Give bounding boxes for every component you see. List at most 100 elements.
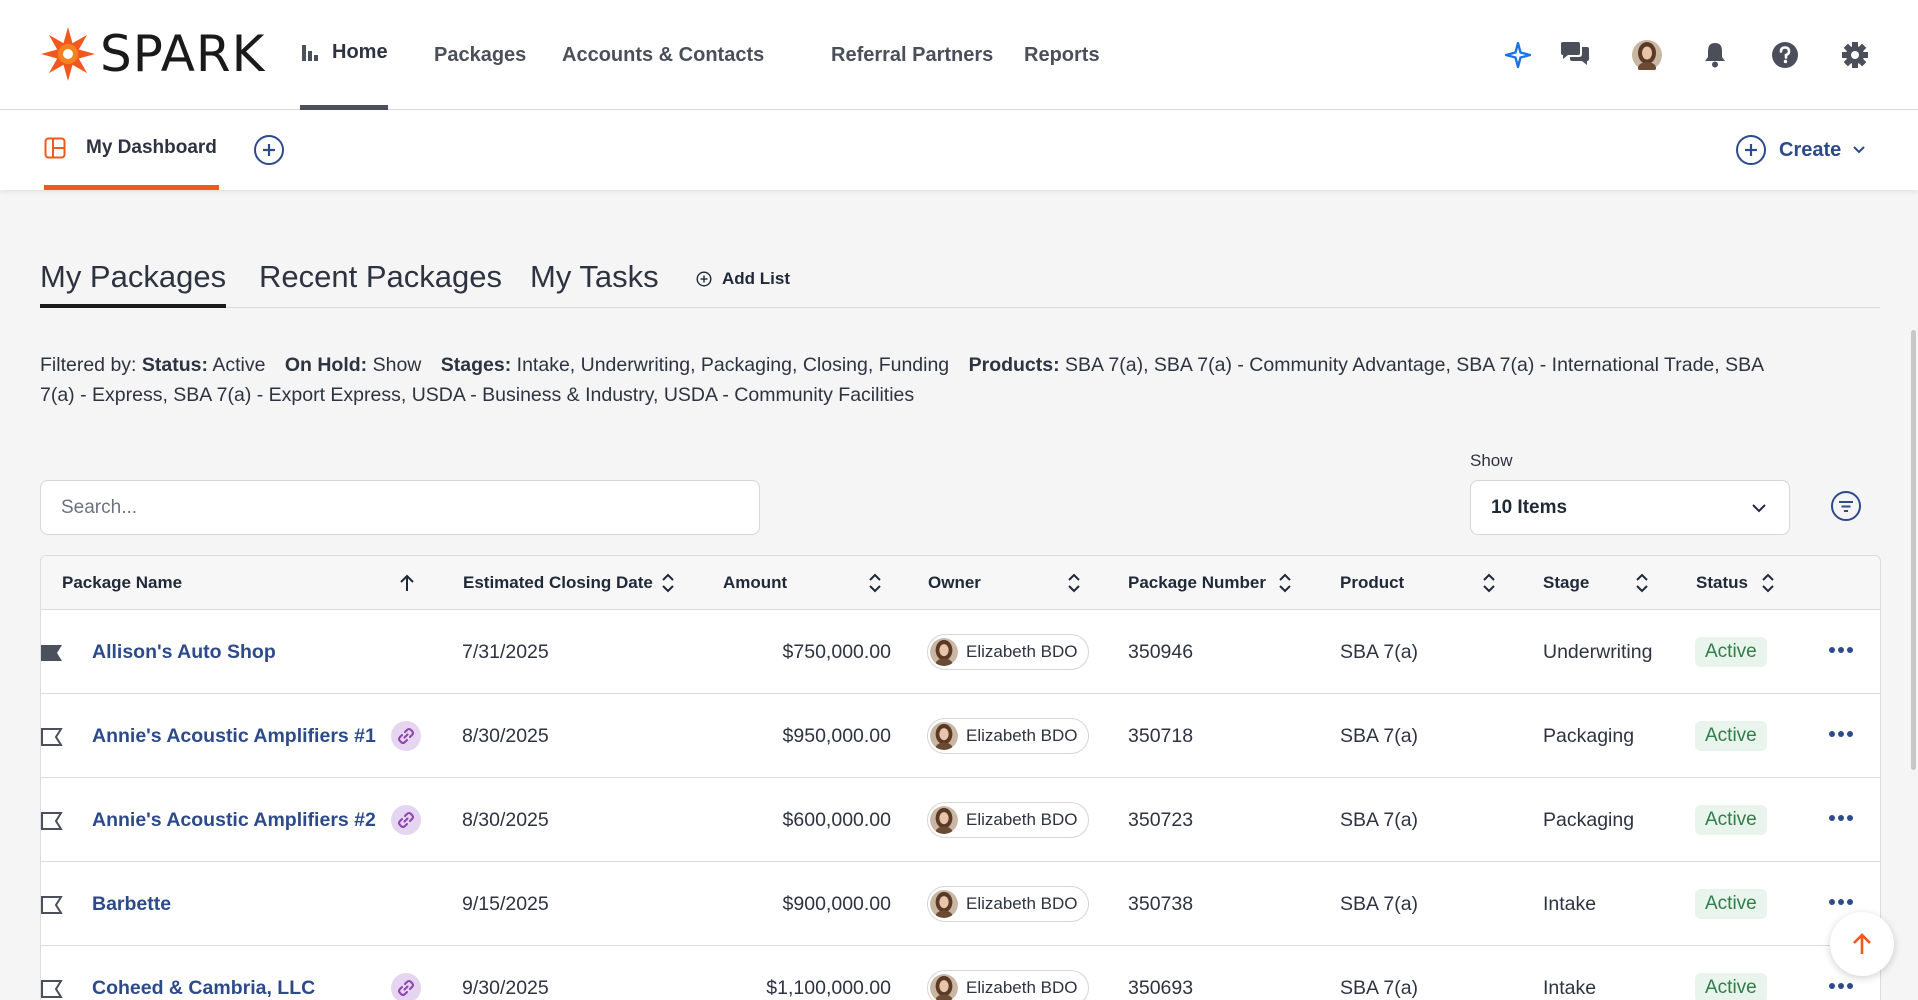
nav-reports[interactable]: Reports <box>1024 0 1100 110</box>
filter-onhold-value: Show <box>372 354 422 376</box>
more-options-icon[interactable] <box>1829 898 1853 906</box>
dashboard-bar: My Dashboard Create <box>0 110 1918 190</box>
page-scrollbar[interactable] <box>1911 330 1916 770</box>
nav-packages[interactable]: Packages <box>434 0 526 110</box>
chat-icon[interactable] <box>1558 38 1592 72</box>
nav-accounts-contacts[interactable]: Accounts & Contacts <box>562 0 782 110</box>
nav-home[interactable]: Home <box>300 0 388 110</box>
add-dashboard-button[interactable] <box>253 134 285 166</box>
scroll-to-top-button[interactable] <box>1830 912 1894 976</box>
stage: Intake <box>1543 976 1597 999</box>
tab-recent-packages[interactable]: Recent Packages <box>259 250 502 308</box>
user-avatar[interactable] <box>1630 38 1664 72</box>
filter-icon <box>1831 491 1861 521</box>
plus-circle-icon <box>696 271 712 287</box>
filter-status-label: Status: <box>141 354 208 376</box>
column-header-package-number[interactable]: Package Number <box>1128 556 1266 610</box>
column-header-product[interactable]: Product <box>1340 556 1404 610</box>
help-icon[interactable] <box>1768 38 1802 72</box>
sort-icon[interactable] <box>661 573 675 593</box>
package-name-link[interactable]: Coheed & Cambria, LLC <box>92 946 315 1000</box>
column-header-amount[interactable]: Amount <box>723 556 787 610</box>
more-options-icon[interactable] <box>1829 982 1853 990</box>
tab-my-dashboard[interactable]: My Dashboard <box>44 110 219 190</box>
items-per-page-select[interactable]: 10 Items <box>1470 480 1790 535</box>
column-header-owner[interactable]: Owner <box>928 556 981 610</box>
sort-icon[interactable] <box>1635 573 1649 593</box>
package-name-link[interactable]: Annie's Acoustic Amplifiers #2 <box>92 778 376 862</box>
link-icon[interactable] <box>391 721 421 751</box>
package-name-link[interactable]: Barbette <box>92 862 171 946</box>
chevron-down-icon <box>1752 503 1766 512</box>
table-row[interactable]: Allison's Auto Shop 7/31/2025 $750,000.0… <box>41 610 1880 694</box>
status-badge: Active <box>1695 721 1767 751</box>
product: SBA 7(a) <box>1340 724 1419 747</box>
link-icon[interactable] <box>391 973 421 1000</box>
table-row[interactable]: Annie's Acoustic Amplifiers #1 8/30/2025… <box>41 694 1880 778</box>
flag-outline-icon[interactable] <box>41 728 63 746</box>
more-options-icon[interactable] <box>1829 730 1853 738</box>
owner-chip[interactable]: Elizabeth BDO <box>927 718 1089 754</box>
status-badge: Active <box>1695 637 1767 667</box>
filter-button[interactable] <box>1830 490 1862 522</box>
items-per-page-value: 10 Items <box>1491 496 1568 518</box>
amount: $1,100,000.00 <box>766 976 891 999</box>
more-options-icon[interactable] <box>1829 646 1853 654</box>
owner-name: Elizabeth BDO <box>966 810 1078 829</box>
owner-chip[interactable]: Elizabeth BDO <box>927 886 1089 922</box>
sort-icon[interactable] <box>1761 573 1775 593</box>
sort-icon[interactable] <box>868 573 882 593</box>
sort-icon[interactable] <box>1482 573 1496 593</box>
package-number: 350946 <box>1128 640 1194 663</box>
bar-chart-icon <box>300 43 320 63</box>
search-input[interactable] <box>40 480 760 535</box>
filter-prefix: Filtered by: <box>40 354 137 376</box>
filter-status-value: Active <box>212 354 266 376</box>
tab-my-packages[interactable]: My Packages <box>40 250 227 308</box>
add-list-button[interactable]: Add List <box>696 250 790 308</box>
closing-date: 7/31/2025 <box>462 640 549 663</box>
flag-filled-icon[interactable] <box>41 644 63 662</box>
owner-chip[interactable]: Elizabeth BDO <box>927 634 1089 670</box>
sparkle-icon[interactable] <box>1501 38 1535 72</box>
chevron-down-icon <box>1853 146 1865 154</box>
package-name-link[interactable]: Allison's Auto Shop <box>92 610 276 694</box>
package-name-link[interactable]: Annie's Acoustic Amplifiers #1 <box>92 694 376 778</box>
gear-icon[interactable] <box>1838 38 1872 72</box>
stage: Packaging <box>1543 808 1635 831</box>
filter-stages-value: Intake, Underwriting, Packaging, Closing… <box>516 354 950 376</box>
column-header-stage[interactable]: Stage <box>1543 556 1589 610</box>
owner-chip[interactable]: Elizabeth BDO <box>927 970 1089 1000</box>
flag-outline-icon[interactable] <box>41 896 63 914</box>
owner-chip[interactable]: Elizabeth BDO <box>927 802 1089 838</box>
flag-outline-icon[interactable] <box>41 980 63 998</box>
owner-avatar <box>930 638 958 666</box>
spark-logo[interactable]: SPARK <box>40 26 265 82</box>
bell-icon[interactable] <box>1698 38 1732 72</box>
more-options-icon[interactable] <box>1829 814 1853 822</box>
owner-avatar <box>930 806 958 834</box>
dashboard-icon <box>44 137 66 159</box>
owner-name: Elizabeth BDO <box>966 726 1078 745</box>
sort-icon[interactable] <box>1067 573 1081 593</box>
packages-table: Package Name Estimated Closing Date Amou… <box>40 555 1881 1000</box>
link-icon[interactable] <box>391 805 421 835</box>
nav-accounts-label: Accounts & Contacts <box>562 43 765 66</box>
tab-my-tasks[interactable]: My Tasks <box>530 250 659 308</box>
column-header-closing-date[interactable]: Estimated Closing Date <box>463 556 653 610</box>
product: SBA 7(a) <box>1340 808 1419 831</box>
table-row[interactable]: Barbette 9/15/2025 $900,000.00 Elizabeth… <box>41 862 1880 946</box>
column-header-package-name[interactable]: Package Name <box>62 556 182 610</box>
arrow-up-icon <box>1853 933 1871 954</box>
table-row[interactable]: Annie's Acoustic Amplifiers #2 8/30/2025… <box>41 778 1880 862</box>
create-button[interactable]: Create <box>1735 134 1865 166</box>
table-row[interactable]: Coheed & Cambria, LLC 9/30/2025 $1,100,0… <box>41 946 1880 1000</box>
owner-name: Elizabeth BDO <box>966 978 1078 997</box>
column-header-status[interactable]: Status <box>1696 556 1748 610</box>
status-badge: Active <box>1695 889 1767 919</box>
nav-referral-partners[interactable]: Referral Partners <box>831 0 993 110</box>
sort-ascending-icon[interactable] <box>398 573 416 593</box>
flag-outline-icon[interactable] <box>41 812 63 830</box>
sort-icon[interactable] <box>1278 573 1292 593</box>
owner-name: Elizabeth BDO <box>966 894 1078 913</box>
